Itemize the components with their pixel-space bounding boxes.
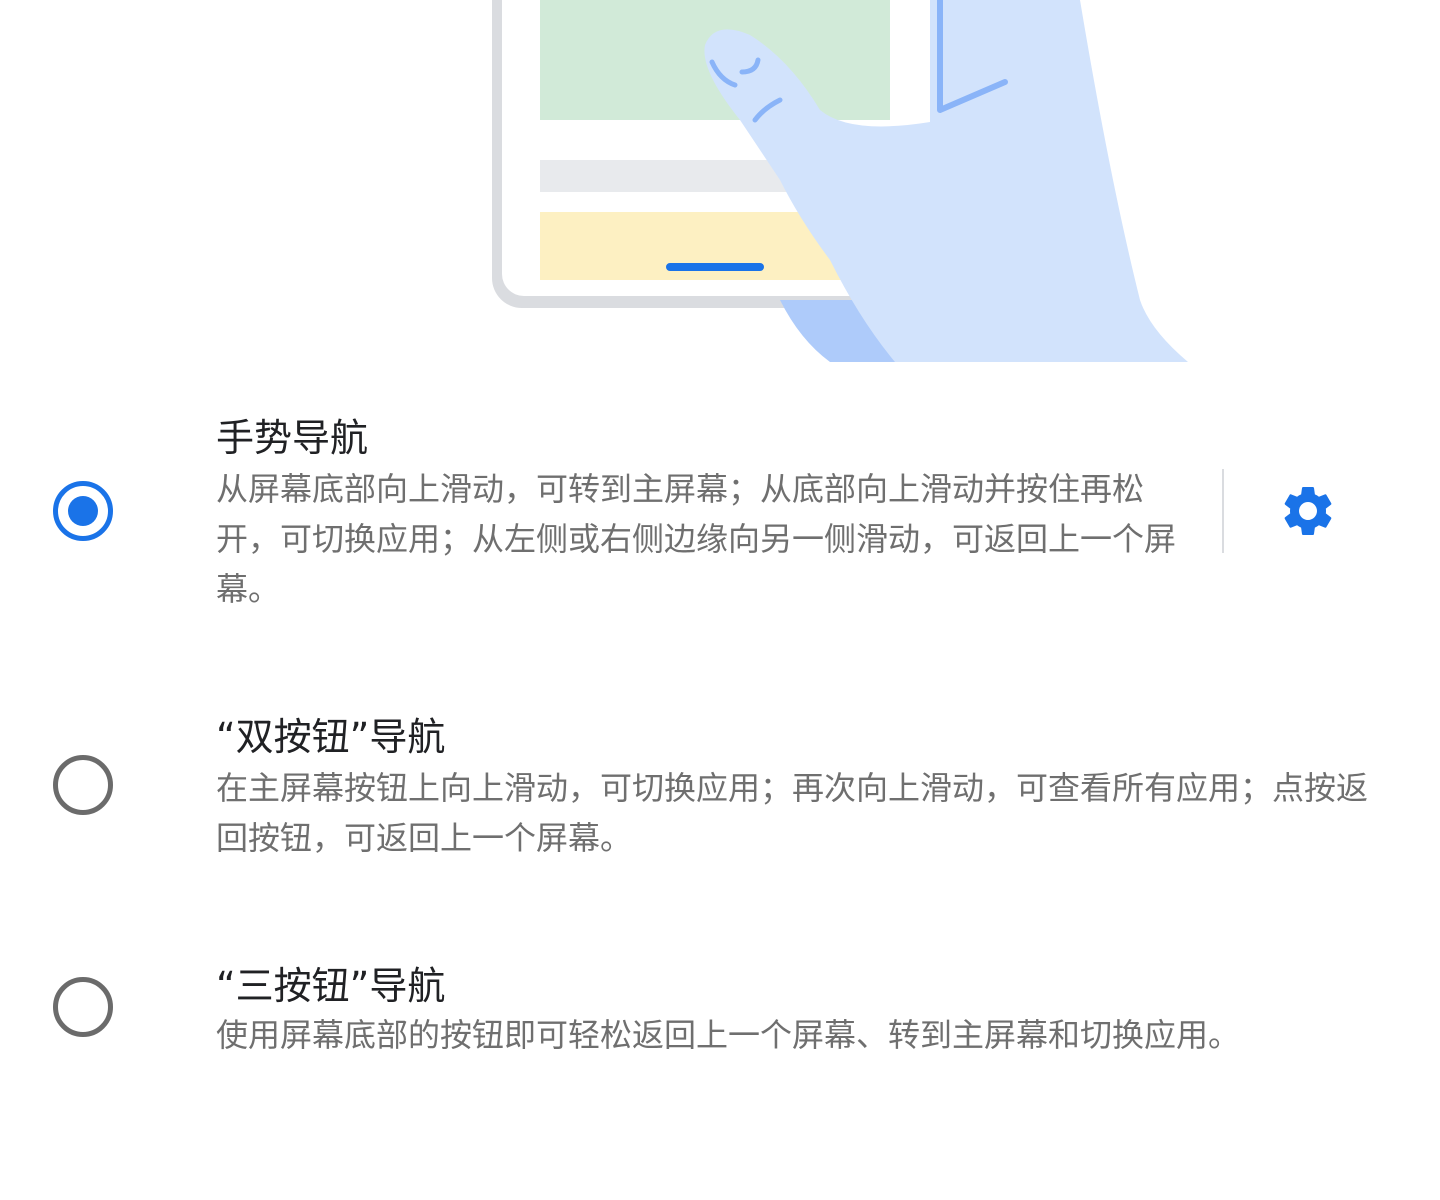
phone-gesture-illustration <box>492 0 1188 362</box>
system-navigation-page: 手势导航 从屏幕底部向上滑动，可转到主屏幕；从底部向上滑动并按住再松开，可切换应… <box>0 0 1440 1200</box>
gesture-settings-button[interactable] <box>1276 479 1340 543</box>
radio-two-button-navigation[interactable] <box>53 755 113 815</box>
radio-gesture-navigation[interactable] <box>53 481 113 541</box>
gesture-home-bar <box>666 263 764 271</box>
gear-icon <box>1284 487 1332 535</box>
option-title: “三按钮”导航 <box>216 964 446 1008</box>
option-description: 使用屏幕底部的按钮即可轻松返回上一个屏幕、转到主屏幕和切换应用。 <box>216 1016 1241 1054</box>
option-description: 在主屏幕按钮上向上滑动，可切换应用；再次向上滑动，可查看所有应用；点按返回按钮，… <box>216 769 1369 857</box>
option-description: 从屏幕底部向上滑动，可转到主屏幕；从底部向上滑动并按住再松开，可切换应用；从左侧… <box>216 470 1177 608</box>
radio-selected-dot <box>68 496 98 526</box>
option-title: “双按钮”导航 <box>216 715 446 759</box>
option-title: 手势导航 <box>216 416 369 460</box>
vertical-divider <box>1222 469 1224 553</box>
radio-three-button-navigation[interactable] <box>53 977 113 1037</box>
